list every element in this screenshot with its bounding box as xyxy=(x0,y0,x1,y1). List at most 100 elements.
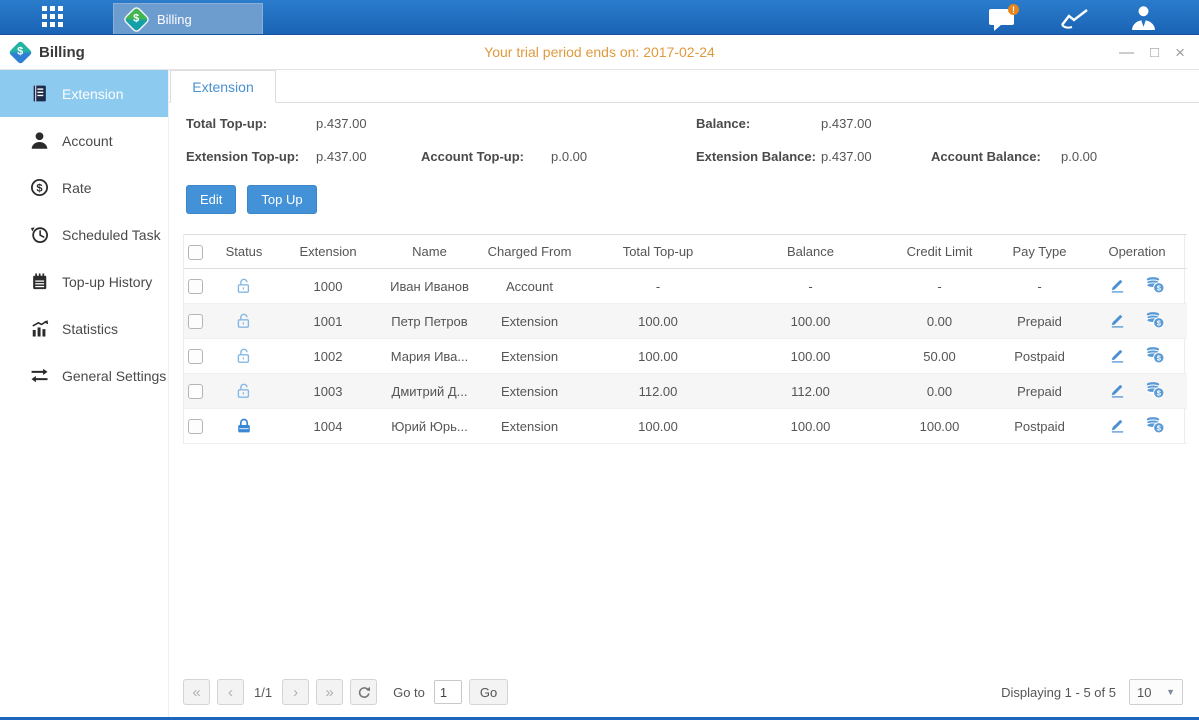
page-size-select[interactable]: 10 ▼ xyxy=(1129,679,1183,705)
col-charged-from: Charged From xyxy=(477,235,582,269)
status-unlocked-icon xyxy=(235,382,253,397)
account-topup-label: Account Top-up: xyxy=(421,149,551,164)
balance-label: Balance: xyxy=(696,116,821,131)
balance-summary: Total Top-up: p.437.00 Balance: p.437.00… xyxy=(186,116,1185,164)
window-title: $ Billing xyxy=(12,44,85,61)
tab-extension[interactable]: Extension xyxy=(170,70,276,103)
refresh-button[interactable] xyxy=(350,679,377,705)
total-topup-value: p.437.00 xyxy=(316,116,421,131)
edit-row-icon[interactable] xyxy=(1109,276,1126,296)
displaying-text: Displaying 1 - 5 of 5 xyxy=(1001,685,1116,700)
cell-extension: 1003 xyxy=(274,374,382,409)
total-topup-label: Total Top-up: xyxy=(186,116,316,131)
transfer-arrows-icon xyxy=(30,366,49,385)
cell-credit-limit: 100.00 xyxy=(887,409,992,444)
billing-window-icon: $ xyxy=(8,40,32,64)
cell-credit-limit: - xyxy=(887,269,992,304)
cell-pay-type: Postpaid xyxy=(992,339,1087,374)
cell-charged-from: Extension xyxy=(477,339,582,374)
row-checkbox[interactable] xyxy=(188,384,203,399)
edit-button[interactable]: Edit xyxy=(186,185,236,214)
sidebar-item-rate[interactable]: $ Rate xyxy=(0,164,168,211)
extension-balance-value: p.437.00 xyxy=(821,149,931,164)
topup-row-icon[interactable]: $ xyxy=(1145,276,1165,297)
topup-row-icon[interactable]: $ xyxy=(1145,416,1165,437)
edit-row-icon[interactable] xyxy=(1109,381,1126,401)
row-checkbox[interactable] xyxy=(188,349,203,364)
row-checkbox[interactable] xyxy=(188,419,203,434)
cell-balance: - xyxy=(734,269,887,304)
sidebar-item-statistics[interactable]: Statistics xyxy=(0,305,168,352)
sidebar-item-scheduled-task[interactable]: Scheduled Task xyxy=(0,211,168,258)
sidebar-item-general-settings[interactable]: General Settings xyxy=(0,352,168,399)
edit-row-icon[interactable] xyxy=(1109,346,1126,366)
notifications-icon[interactable]: ! xyxy=(988,4,1020,32)
main-panel: Extension Total Top-up: p.437.00 Balance… xyxy=(168,70,1199,717)
titlebar: $ Billing Your trial period ends on: 201… xyxy=(0,35,1199,70)
col-balance: Balance xyxy=(734,235,887,269)
select-all-checkbox[interactable] xyxy=(188,245,203,260)
maximize-button[interactable]: □ xyxy=(1150,45,1159,60)
dollar-circle-icon: $ xyxy=(30,178,49,197)
extension-topup-label: Extension Top-up: xyxy=(186,149,316,164)
monitor-chart-icon[interactable] xyxy=(1060,6,1090,30)
sidebar-item-extension[interactable]: Extension xyxy=(0,70,168,117)
cell-balance: 112.00 xyxy=(734,374,887,409)
goto-page-input[interactable] xyxy=(434,680,462,704)
cell-balance: 100.00 xyxy=(734,339,887,374)
cell-pay-type: Postpaid xyxy=(992,409,1087,444)
ledger-icon xyxy=(30,84,49,103)
edit-row-icon[interactable] xyxy=(1109,311,1126,331)
table-row: 1000 Иван Иванов Account - - - - $ xyxy=(184,269,1187,304)
status-unlocked-icon xyxy=(235,347,253,362)
cell-name: Петр Петров xyxy=(382,304,477,339)
cell-total-topup: 100.00 xyxy=(582,304,734,339)
extension-table-body: 1000 Иван Иванов Account - - - - $ xyxy=(184,269,1187,444)
close-button[interactable]: × xyxy=(1175,44,1185,61)
table-row: 1002 Мария Ива... Extension 100.00 100.0… xyxy=(184,339,1187,374)
window-title-text: Billing xyxy=(39,44,85,61)
sidebar-item-label: Rate xyxy=(62,180,92,196)
topup-row-icon[interactable]: $ xyxy=(1145,381,1165,402)
sidebar-item-topup-history[interactable]: Top-up History xyxy=(0,258,168,305)
topbar-actions: ! xyxy=(988,0,1157,35)
cell-name: Мария Ива... xyxy=(382,339,477,374)
last-page-button[interactable]: » xyxy=(316,679,343,705)
status-locked-icon xyxy=(235,417,253,432)
col-credit-limit: Credit Limit xyxy=(887,235,992,269)
topbar-tab-billing[interactable]: $ Billing xyxy=(113,3,263,34)
col-total-topup: Total Top-up xyxy=(582,235,734,269)
row-checkbox[interactable] xyxy=(188,279,203,294)
sidebar-item-label: Top-up History xyxy=(62,274,152,290)
cell-pay-type: - xyxy=(992,269,1087,304)
cell-pay-type: Prepaid xyxy=(992,374,1087,409)
topbar: $ Billing ! xyxy=(0,0,1199,35)
prev-page-button[interactable]: ‹ xyxy=(217,679,244,705)
sidebar-item-account[interactable]: Account xyxy=(0,117,168,164)
cell-name: Иван Иванов xyxy=(382,269,477,304)
user-account-icon[interactable] xyxy=(1130,4,1157,31)
row-checkbox[interactable] xyxy=(188,314,203,329)
col-name: Name xyxy=(382,235,477,269)
go-button[interactable]: Go xyxy=(469,679,508,705)
first-page-button[interactable]: « xyxy=(183,679,210,705)
topup-row-icon[interactable]: $ xyxy=(1145,311,1165,332)
chevron-down-icon: ▼ xyxy=(1166,687,1175,697)
window-controls: — □ × xyxy=(1119,44,1185,61)
edit-row-icon[interactable] xyxy=(1109,416,1126,436)
status-unlocked-icon xyxy=(235,277,253,292)
cell-balance: 100.00 xyxy=(734,409,887,444)
topup-row-icon[interactable]: $ xyxy=(1145,346,1165,367)
app-launcher-icon[interactable] xyxy=(42,6,63,27)
col-status: Status xyxy=(214,235,274,269)
top-up-button[interactable]: Top Up xyxy=(247,185,316,214)
cell-total-topup: 100.00 xyxy=(582,409,734,444)
cell-charged-from: Account xyxy=(477,269,582,304)
billing-app-icon: $ xyxy=(124,7,148,31)
page-indicator: 1/1 xyxy=(254,685,272,700)
minimize-button[interactable]: — xyxy=(1119,45,1134,60)
extension-table: Status Extension Name Charged From Total… xyxy=(183,234,1185,444)
sidebar-item-label: Scheduled Task xyxy=(62,227,161,243)
pagination-bar: « ‹ 1/1 › » Go to Go Displa xyxy=(183,667,1185,717)
next-page-button[interactable]: › xyxy=(282,679,309,705)
